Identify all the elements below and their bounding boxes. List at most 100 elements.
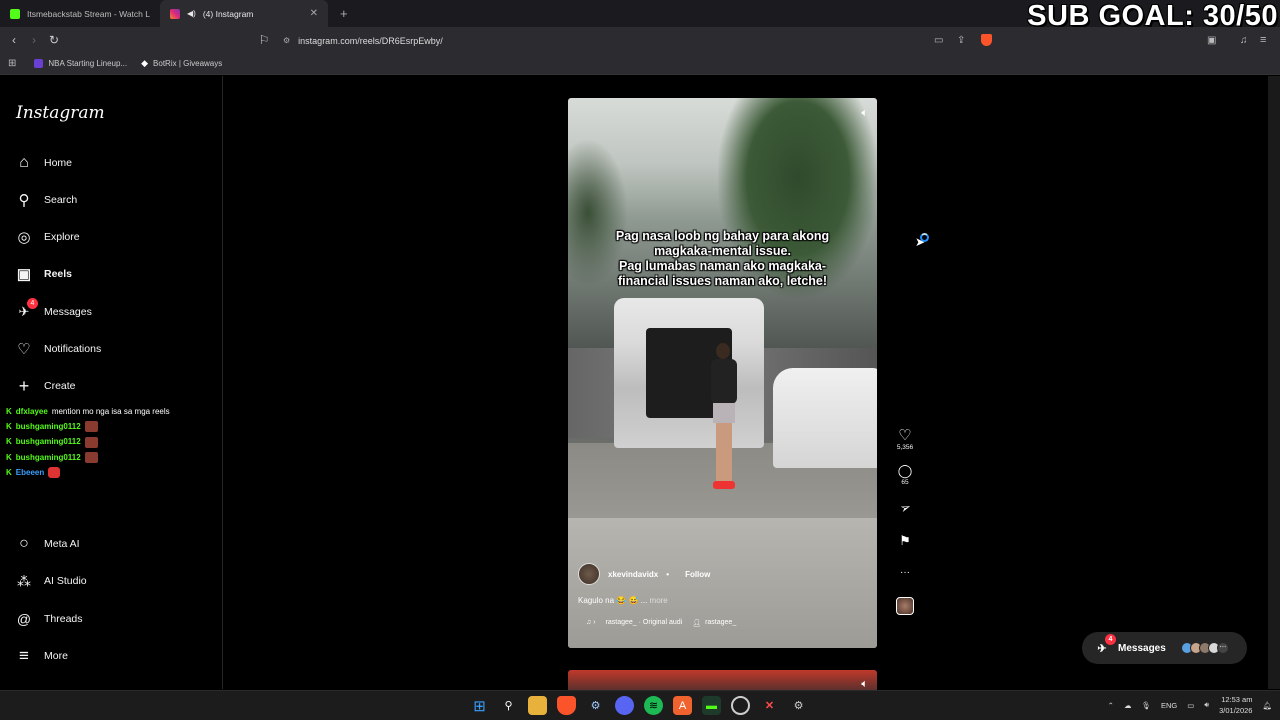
bookmark-favicon-icon: ◆ — [141, 58, 149, 68]
sidebar-item-meta-ai[interactable]: ○ Meta AI — [16, 535, 80, 552]
separator-dot: • — [666, 569, 670, 579]
microphone-icon[interactable]: 🎙︎ — [1141, 701, 1151, 710]
mute-icon[interactable]: 🔈︎ — [861, 107, 868, 120]
forward-icon[interactable]: › — [24, 33, 44, 47]
system-tray: ⌃ ☁ 🎙︎ ENG ▭ 🔊︎ 12:53 am 3/01/2026 🔔︎ — [1108, 694, 1272, 716]
sidebar-item-ai-studio[interactable]: ⁂ AI Studio — [16, 573, 87, 589]
more-action[interactable]: ··· — [900, 565, 910, 581]
apps-grid-icon[interactable]: ⊞ — [8, 58, 16, 69]
sidebar-item-home[interactable]: ⌂ Home — [16, 154, 73, 171]
file-explorer-icon[interactable] — [528, 696, 547, 715]
steam-icon[interactable]: ⚙ — [586, 696, 605, 715]
sidebar-item-reels[interactable]: ▣ Reels — [16, 266, 72, 283]
save-action[interactable]: ⚑ — [899, 533, 911, 549]
app-x-icon[interactable]: ✕ — [760, 696, 779, 715]
sidebar-item-notifications[interactable]: ♡ Notifications — [16, 341, 102, 358]
url-field[interactable]: ⚙ instagram.com/reels/DR6EsrpEwby/ — [283, 32, 998, 49]
sidebar-item-label: Meta AI — [44, 538, 80, 550]
meta-ai-icon: ○ — [19, 535, 29, 552]
comment-action[interactable]: ◯ 65 — [898, 463, 913, 486]
audio-thumbnail[interactable] — [896, 597, 914, 615]
video-scene-person — [708, 343, 740, 493]
bookmark-label: NBA Starting Lineup... — [48, 59, 128, 68]
chat-line: K bushgaming0112 — [6, 419, 170, 434]
audio-icon[interactable]: ◀) — [187, 9, 196, 18]
brave-shield-icon[interactable] — [981, 34, 992, 46]
heart-icon: ♡ — [17, 341, 31, 358]
terminal-icon[interactable]: ▬ — [702, 696, 721, 715]
sidebar-item-explore[interactable]: ◎ Explore — [16, 229, 79, 246]
sidebar-item-more[interactable]: ≡ More — [16, 646, 68, 665]
windows-start-icon[interactable]: ⊞ — [470, 696, 489, 715]
new-tab-button[interactable]: + — [340, 6, 348, 21]
sidebar-item-messages[interactable]: ✈ 4 Messages — [16, 298, 92, 320]
app-a-icon[interactable]: A — [673, 696, 692, 715]
music-note-icon: ♫ › — [586, 619, 596, 626]
chat-username: bushgaming0112 — [15, 452, 81, 462]
audio-user: rastagee_ — [705, 619, 737, 626]
more-link[interactable]: more — [650, 596, 668, 605]
scrollbar[interactable] — [1268, 76, 1280, 689]
chat-username: bushgaming0112 — [15, 437, 81, 447]
sidebar-item-search[interactable]: ⚲ Search — [16, 192, 78, 209]
reel-info: xkevindavidx • Follow Kagulo na 😂 😅 ... … — [578, 563, 868, 627]
messages-badge: 4 — [27, 298, 38, 309]
reel-username[interactable]: xkevindavidx — [608, 570, 658, 579]
volume-icon[interactable]: 🔊︎ — [1204, 700, 1209, 710]
avatar: ⋯ — [1216, 642, 1229, 654]
settings-icon[interactable]: ⚙ — [789, 696, 808, 715]
share-action[interactable]: ➢ — [897, 499, 912, 517]
reel-author: xkevindavidx • Follow — [578, 563, 868, 585]
back-icon[interactable]: ‹ — [4, 33, 24, 47]
follow-button[interactable]: Follow — [685, 570, 710, 579]
bookmark-botrix[interactable]: ◆ BotRix | Giveaways — [141, 58, 222, 69]
discord-icon[interactable] — [615, 696, 634, 715]
notification-bell-icon[interactable]: 🔔︎ — [1262, 701, 1272, 710]
obs-icon[interactable] — [731, 696, 750, 715]
taskbar: ⊞ ⚲ ⚙ ≋ A ▬ ✕ ⚙ ⌃ ☁ 🎙︎ ENG ▭ 🔊︎ 12:53 am… — [0, 690, 1280, 720]
clock-date: 3/01/2026 — [1219, 706, 1253, 715]
bookmark-page-icon[interactable]: ⚐ — [254, 33, 274, 47]
tab-instagram[interactable]: ◀) (4) Instagram ✕ — [160, 0, 328, 27]
menu-icon[interactable]: ≡ — [1260, 34, 1266, 46]
messages-pill[interactable]: ✈ 4 Messages ⋯ — [1082, 632, 1247, 664]
bookmark-nba[interactable]: NBA Starting Lineup... — [34, 59, 127, 68]
messenger-icon: ✈ 4 — [1094, 634, 1116, 656]
spotify-icon[interactable]: ≋ — [644, 696, 663, 715]
reload-icon[interactable]: ↻ — [44, 33, 64, 47]
search-icon[interactable]: ⚲ — [499, 696, 518, 715]
reel-video[interactable]: 🔈︎ Pag nasa loob ng bahay para akong mag… — [568, 98, 877, 648]
sidebar-item-label: More — [44, 650, 68, 662]
reels-feed[interactable]: 🔈︎ Pag nasa loob ng bahay para akong mag… — [224, 76, 1268, 700]
kick-favicon-icon — [10, 8, 20, 19]
url-text: instagram.com/reels/DR6EsrpEwby/ — [298, 35, 443, 46]
sidebar-item-threads[interactable]: @ Threads — [16, 611, 83, 627]
language-indicator[interactable]: ENG — [1161, 701, 1177, 710]
reels-icon: ▣ — [16, 266, 32, 283]
close-tab-icon[interactable]: ✕ — [310, 8, 318, 19]
messages-badge: 4 — [1105, 634, 1116, 645]
cast-icon[interactable]: ▭ — [934, 35, 943, 46]
share-page-icon[interactable]: ⇪ — [957, 35, 965, 46]
plus-icon: + — [18, 375, 30, 396]
messages-pill-label: Messages — [1118, 642, 1166, 654]
avatar[interactable] — [578, 563, 600, 585]
reel-actions: ♡ 5,356 ◯ 65 ➢ ⚑ ··· — [896, 428, 914, 615]
brave-browser-icon[interactable] — [557, 696, 576, 715]
instagram-logo[interactable]: Instagram — [16, 103, 105, 123]
site-info-icon[interactable]: ⚙ — [283, 36, 290, 45]
instagram-favicon-icon — [170, 8, 180, 19]
sidebar-item-label: Home — [44, 157, 73, 169]
like-action[interactable]: ♡ 5,356 — [897, 428, 913, 452]
caption-line: financial issues naman ako, letche! — [617, 274, 828, 288]
tab-kick-stream[interactable]: Itsmebackstab Stream - Watch Live o — [0, 0, 160, 27]
sidebar-toggle-icon[interactable]: ▣ — [1207, 35, 1216, 46]
sidebar-item-label: Notifications — [44, 343, 102, 355]
clock[interactable]: 12:53 am 3/01/2026 — [1219, 694, 1252, 716]
sidebar-item-create[interactable]: + Create — [16, 375, 76, 396]
reel-audio[interactable]: ♫ › rastagee_ · Original audi 👤︎ rastage… — [586, 619, 868, 627]
onedrive-icon[interactable]: ☁ — [1124, 701, 1132, 710]
media-icon[interactable]: ♫ — [1240, 35, 1248, 46]
tray-overflow-icon[interactable]: ⌃ — [1108, 701, 1114, 710]
network-icon[interactable]: ▭ — [1187, 701, 1194, 710]
